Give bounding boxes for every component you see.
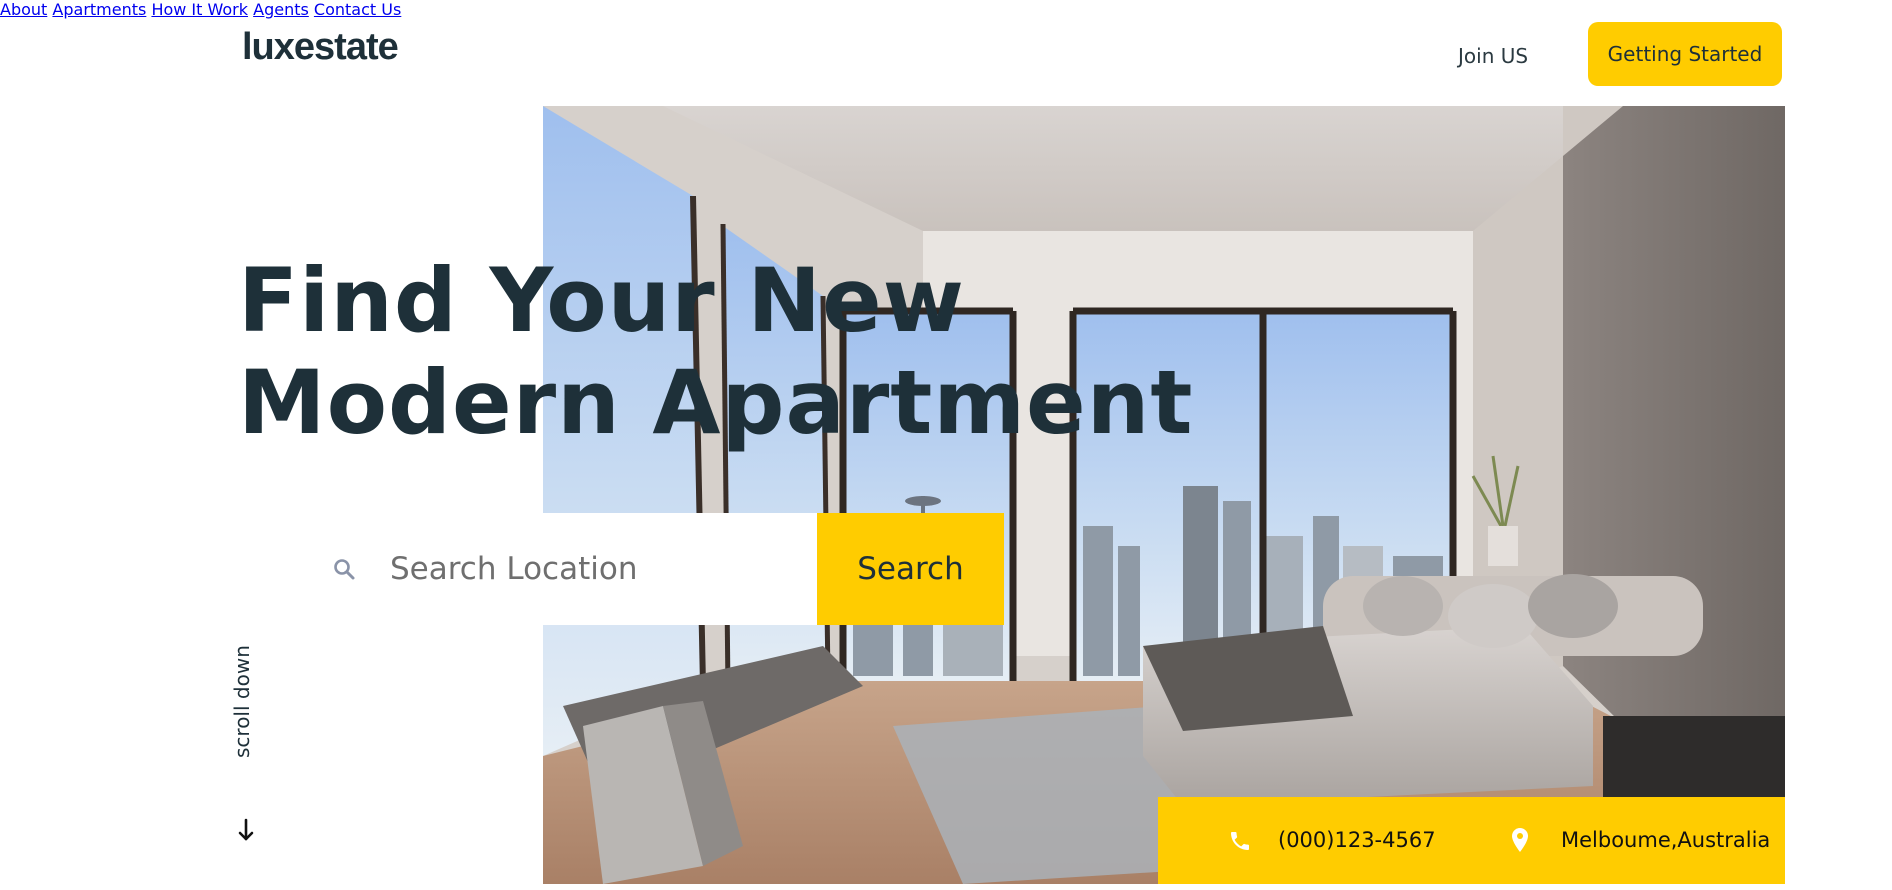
hero-headline: Find Your New Modern Apartment xyxy=(238,250,1193,454)
getting-started-button[interactable]: Getting Started xyxy=(1588,22,1782,86)
contact-phone[interactable]: (000)123-4567 xyxy=(1278,828,1436,852)
hero-apartment-image xyxy=(543,106,1785,884)
location-search-box xyxy=(304,513,817,625)
scroll-down-label: scroll down xyxy=(230,645,254,758)
map-pin-icon xyxy=(1510,827,1530,853)
headline-line-1: Find Your New xyxy=(238,249,965,352)
brand-logo[interactable]: luxestate xyxy=(242,26,399,69)
main-nav: About Apartments How It Work Agents Cont… xyxy=(0,0,1892,19)
nav-item-about[interactable]: About xyxy=(0,0,47,19)
contact-location: Melboume,Australia xyxy=(1561,828,1771,852)
nav-item-apartments[interactable]: Apartments xyxy=(52,0,146,19)
headline-line-2: Modern Apartment xyxy=(238,351,1194,454)
search-location-input[interactable] xyxy=(388,543,802,595)
nav-item-contact-us[interactable]: Contact Us xyxy=(314,0,401,19)
contact-info-bar: (000)123-4567 Melboume,Australia xyxy=(1158,797,1785,884)
nav-item-agents[interactable]: Agents xyxy=(253,0,309,19)
phone-icon xyxy=(1228,829,1252,853)
arrow-down-icon xyxy=(238,818,254,842)
search-icon xyxy=(332,557,356,581)
join-us-link[interactable]: Join US xyxy=(1458,44,1528,68)
search-button[interactable]: Search xyxy=(817,513,1004,625)
nav-item-how-it-work[interactable]: How It Work xyxy=(151,0,248,19)
